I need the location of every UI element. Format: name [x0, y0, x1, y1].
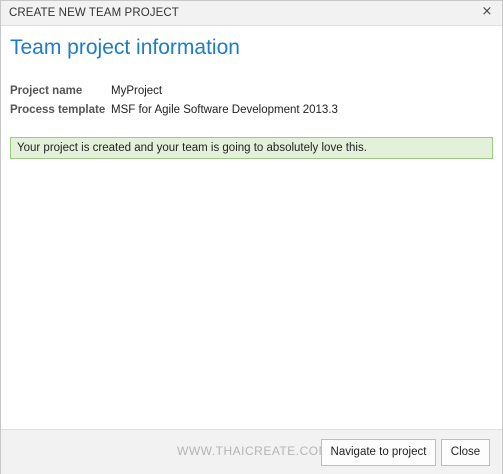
project-name-label: Project name: [10, 85, 83, 97]
process-template-value: MSF for Agile Software Development 2013.…: [111, 104, 338, 116]
process-template-row: Process template MSF for Agile Software …: [10, 101, 338, 120]
dialog-titlebar: CREATE NEW TEAM PROJECT ×: [1, 1, 502, 26]
success-banner: Your project is created and your team is…: [10, 137, 493, 159]
project-name-row: Project name MyProject: [10, 82, 338, 101]
close-icon[interactable]: ×: [480, 5, 494, 19]
create-team-project-dialog: CREATE NEW TEAM PROJECT × Team project i…: [0, 0, 503, 474]
watermark-text: WWW.THAICREATE.COM: [177, 444, 330, 458]
project-info-table: Project name MyProject Process template …: [10, 82, 338, 120]
navigate-to-project-button[interactable]: Navigate to project: [321, 439, 436, 466]
close-button[interactable]: Close: [441, 439, 490, 466]
process-template-label: Process template: [10, 104, 106, 116]
project-name-value: MyProject: [111, 85, 163, 97]
page-title: Team project information: [10, 36, 240, 59]
dialog-footer: WWW.THAICREATE.COM Navigate to project C…: [1, 429, 502, 474]
dialog-title: CREATE NEW TEAM PROJECT: [9, 7, 179, 19]
